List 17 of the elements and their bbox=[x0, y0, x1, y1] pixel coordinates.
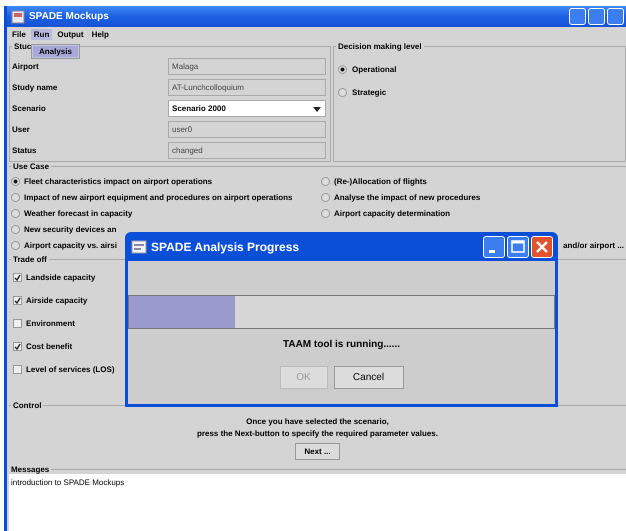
field-label: Airport bbox=[12, 62, 40, 71]
dialog-title: SPADE Analysis Progress bbox=[151, 240, 300, 254]
field-label: Study name bbox=[12, 83, 58, 92]
status-text: TAAM tool is running...... bbox=[282, 339, 400, 350]
panel-title: Use Case bbox=[12, 162, 50, 171]
radio-option-text: and/or airport ... bbox=[563, 240, 624, 250]
field-label: User bbox=[12, 125, 31, 134]
panel-title: Messages bbox=[10, 465, 50, 474]
panel-title: Decision making level bbox=[337, 42, 423, 51]
panel-title: Stuc bbox=[13, 42, 32, 51]
field-label: Status bbox=[12, 146, 38, 155]
message-text: introduction to SPADE Mockups bbox=[11, 478, 124, 487]
panel-title: Control bbox=[12, 401, 42, 410]
window-title: SPADE Mockups bbox=[29, 11, 109, 22]
panel-title: Trade off bbox=[12, 255, 48, 264]
instruction-text: Once you have selected the scenario, press the Next-button to specify the required parameter values. bbox=[196, 416, 439, 440]
field-label: Scenario bbox=[12, 104, 47, 113]
